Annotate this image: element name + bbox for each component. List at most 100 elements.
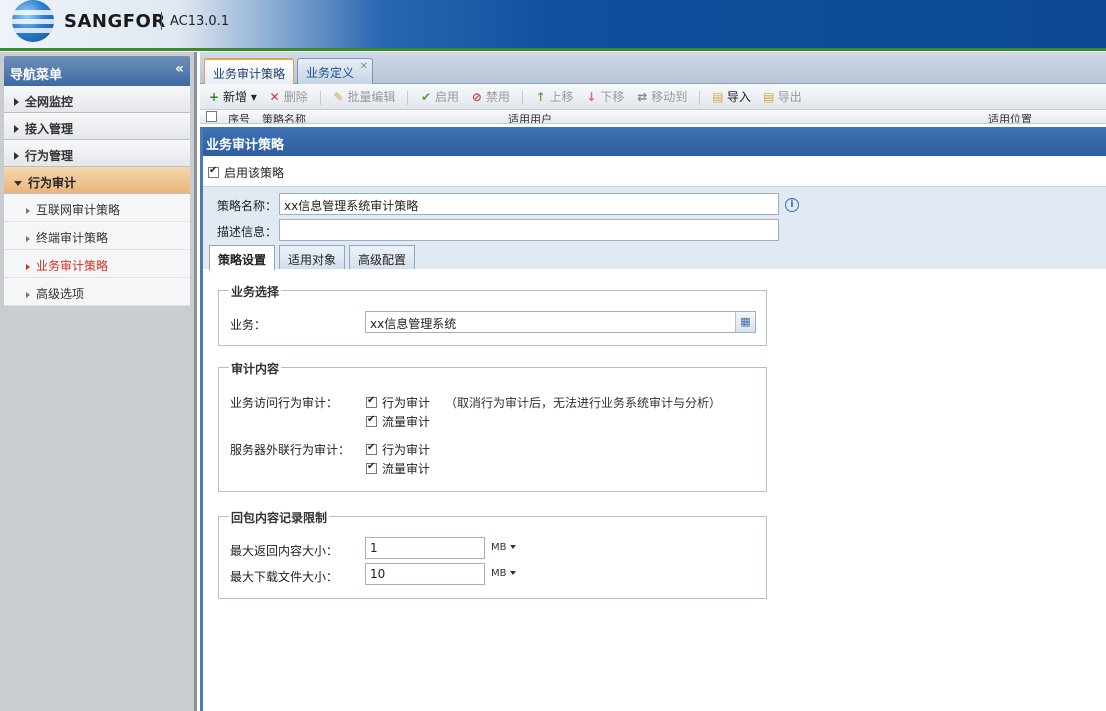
response-limit-legend: 回包内容记录限制: [229, 509, 330, 526]
server-traffic-audit-checkbox[interactable]: [366, 461, 377, 474]
collapse-nav-icon[interactable]: «: [175, 61, 184, 77]
business-select[interactable]: xx信息管理系统 ▦: [365, 311, 756, 333]
access-traffic-audit-row: 流量审计: [366, 413, 430, 430]
policy-grid-header: 序号 策略名称 适用用户 适用位置: [200, 110, 1106, 124]
enable-policy-checkbox[interactable]: [208, 165, 219, 178]
tab-business-audit-policy[interactable]: 业务审计策略: [204, 58, 295, 84]
nav-item-advanced-options[interactable]: 高级选项: [4, 278, 190, 306]
batch-edit-label: 批量编辑: [347, 90, 396, 104]
tab-business-definition[interactable]: 业务定义 ✕: [297, 58, 374, 84]
checkbox-label: 流量审计: [382, 462, 431, 476]
caret-right-icon: [14, 125, 19, 133]
move-down-label: 下移: [600, 90, 625, 104]
sangfor-logo-icon: [12, 0, 54, 42]
enable-label: 启用: [435, 90, 460, 104]
server-behavior-audit-row: 行为审计: [366, 441, 430, 458]
nav-group-label: 行为审计: [28, 176, 77, 190]
enable-policy-label: 启用该策略: [224, 166, 285, 180]
tab-policy-settings[interactable]: 策略设置: [209, 245, 275, 270]
move-to-label: 移动到: [651, 90, 688, 104]
import-icon: ▤: [712, 90, 724, 104]
nav-title: 导航菜单: [10, 68, 63, 83]
bullet-icon: [26, 235, 30, 242]
move-up-button[interactable]: ↑ 上移: [535, 88, 574, 105]
nav-group-access-management[interactable]: 接入管理: [4, 113, 190, 140]
app-header: SANGFOR AC13.0.1: [0, 0, 1106, 51]
brand-divider: [161, 12, 162, 30]
nav-group-behavior-management[interactable]: 行为管理: [4, 140, 190, 167]
nav-list: 全网监控 接入管理 行为管理 行为审计 互联网审计策略 终端审计策略 业务审计策…: [4, 86, 190, 306]
export-label: 导出: [777, 90, 802, 104]
nav-item-terminal-audit-policy[interactable]: 终端审计策略: [4, 222, 190, 250]
info-icon[interactable]: i: [785, 198, 799, 212]
max-download-input[interactable]: 10: [365, 563, 485, 585]
tab-advanced-config[interactable]: 高级配置: [349, 245, 415, 269]
unit-label: MB: [491, 568, 507, 579]
unit-label: MB: [491, 542, 507, 553]
caret-right-icon: [14, 152, 19, 160]
nav-group-behavior-audit[interactable]: 行为审计: [4, 167, 190, 194]
tab-label: 高级配置: [358, 253, 407, 267]
arrow-up-icon: ↑: [535, 90, 546, 104]
max-return-unit-select[interactable]: MB: [491, 542, 516, 553]
max-download-unit-select[interactable]: MB: [491, 568, 516, 579]
nav-item-label: 业务审计策略: [36, 259, 109, 273]
brand-name: SANGFOR: [64, 11, 166, 32]
nav-group-label: 行为管理: [25, 149, 74, 163]
enable-button[interactable]: ✔ 启用: [420, 88, 459, 105]
delete-x-icon: ✕: [269, 90, 280, 104]
bullet-icon: [26, 291, 30, 298]
move-up-label: 上移: [549, 90, 574, 104]
toolbar-divider: [319, 90, 321, 105]
server-behavior-audit-checkbox[interactable]: [366, 442, 377, 455]
checkbox-label: 行为审计: [382, 396, 431, 410]
nav-group-network-monitor[interactable]: 全网监控: [4, 86, 190, 113]
batch-edit-button[interactable]: ✎ 批量编辑: [332, 88, 395, 105]
policy-name-label: 策略名称：: [217, 199, 278, 213]
col-name: 策略名称: [262, 113, 306, 124]
access-traffic-audit-checkbox[interactable]: [366, 414, 377, 427]
disable-button[interactable]: ⊘ 禁用: [471, 88, 510, 105]
description-input[interactable]: [279, 219, 779, 241]
audit-content-group: 审计内容 业务访问行为审计： 行为审计 （取消行为审计后，无法进行业务系统审计与…: [218, 360, 767, 492]
caret-right-icon: [14, 98, 19, 106]
add-button[interactable]: + 新增 ▾: [208, 88, 257, 105]
behavior-audit-hint: （取消行为审计后，无法进行业务系统审计与分析）: [445, 396, 722, 410]
dialog-title: 业务审计策略: [203, 127, 1106, 156]
nav-item-internet-audit-policy[interactable]: 互联网审计策略: [4, 194, 190, 222]
dropdown-arrow-icon: [509, 571, 516, 575]
arrow-down-icon: ↓: [586, 90, 597, 104]
move-to-icon: ⇄: [637, 90, 648, 104]
nav-item-business-audit-policy[interactable]: 业务审计策略: [4, 250, 190, 278]
toolbar-divider: [407, 90, 409, 105]
pencil-icon: ✎: [333, 90, 344, 104]
access-audit-label: 业务访问行为审计：: [230, 396, 339, 410]
toolbar-divider: [699, 90, 701, 105]
tab-label: 业务定义: [306, 66, 355, 80]
max-return-input[interactable]: 1: [365, 537, 485, 559]
main-tab-strip: 业务审计策略 业务定义 ✕: [200, 52, 1106, 84]
close-icon[interactable]: ✕: [360, 61, 368, 72]
access-behavior-audit-checkbox[interactable]: [366, 395, 377, 408]
business-select-group: 业务选择 业务： xx信息管理系统 ▦: [218, 283, 767, 346]
bullet-icon: [26, 207, 30, 214]
policy-name-input[interactable]: xx信息管理系统审计策略: [279, 193, 779, 215]
move-to-button[interactable]: ⇄ 移动到: [636, 88, 687, 105]
import-label: 导入: [726, 90, 751, 104]
export-button[interactable]: ▤ 导出: [763, 88, 802, 105]
enable-policy-row: 启用该策略: [203, 156, 1106, 186]
bullet-icon: [26, 263, 30, 270]
import-button[interactable]: ▤ 导入: [712, 88, 751, 105]
move-down-button[interactable]: ↓ 下移: [585, 88, 624, 105]
max-download-label: 最大下载文件大小：: [230, 570, 339, 584]
nav-group-label: 全网监控: [25, 95, 74, 109]
delete-button[interactable]: ✕ 删除: [269, 88, 308, 105]
audit-content-legend: 审计内容: [229, 360, 282, 377]
select-all-checkbox[interactable]: [206, 111, 217, 122]
nav-item-label: 终端审计策略: [36, 231, 109, 245]
tab-applicable-objects[interactable]: 适用对象: [279, 245, 345, 269]
nav-item-label: 高级选项: [36, 287, 85, 301]
browse-list-icon[interactable]: ▦: [735, 312, 755, 332]
toolbar-divider: [521, 90, 523, 105]
nav-header: 导航菜单 «: [4, 56, 190, 86]
